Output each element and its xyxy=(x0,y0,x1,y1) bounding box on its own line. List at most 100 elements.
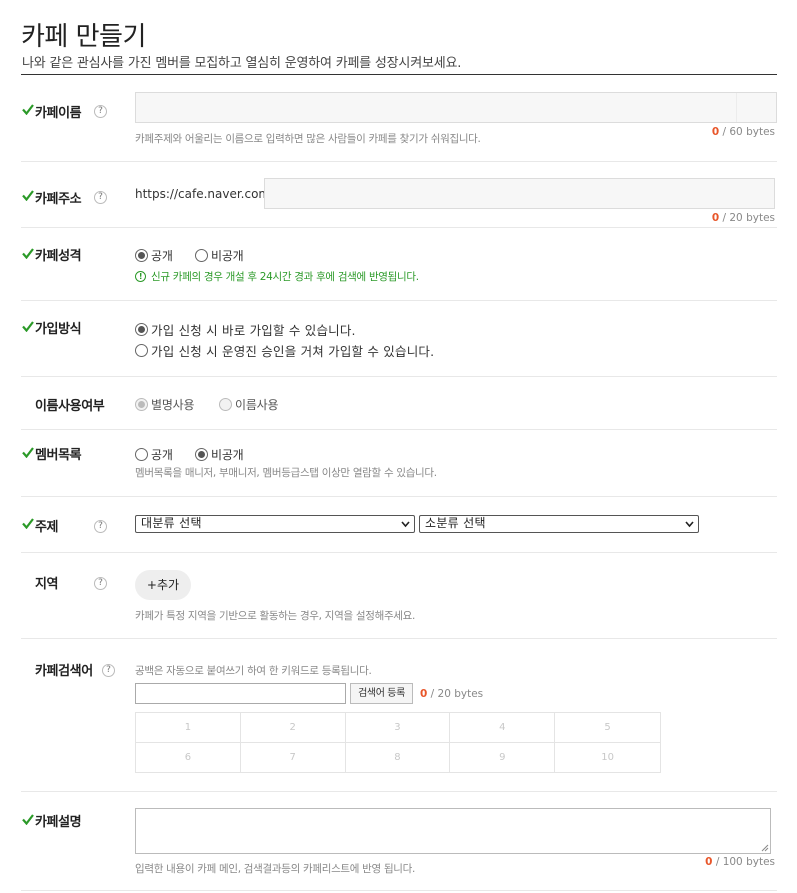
row-divider xyxy=(21,161,777,162)
row-divider xyxy=(21,890,777,891)
byte-limit: / 100 bytes xyxy=(715,856,775,868)
notice-text: 신규 카페의 경우 개설 후 24시간 경과 후에 검색에 반영됩니다. xyxy=(151,271,419,283)
keyword-input[interactable] xyxy=(135,683,346,704)
description-textarea[interactable] xyxy=(135,808,771,854)
row-divider xyxy=(21,429,777,430)
help-icon[interactable]: ? xyxy=(94,191,107,204)
keyword-slot: 10 xyxy=(601,751,614,763)
required-check-icon xyxy=(22,248,34,259)
name-usage-label: 이름사용여부 xyxy=(35,399,105,414)
cafe-name-hint: 카페주제와 어울리는 이름으로 입력하면 많은 사람들이 카페를 찾기가 쉬워집… xyxy=(135,133,481,145)
keyword-slot: 4 xyxy=(450,713,556,743)
description-byte-counter: 0 / 100 bytes xyxy=(705,856,775,868)
member-list-hint: 멤버목록을 매니저, 부매니저, 멤버등급스탭 이상만 열람할 수 있습니다. xyxy=(135,467,437,479)
search-delay-notice: ! 신규 카페의 경우 개설 후 24시간 경과 후에 검색에 반영됩니다. xyxy=(135,269,419,284)
required-check-icon xyxy=(22,518,34,529)
input-divider xyxy=(736,93,737,122)
page-subtitle: 나와 같은 관심사를 가진 멤버를 모집하고 열심히 운영하여 카페를 성장시켜… xyxy=(22,56,462,71)
keyword-slot: 5 xyxy=(555,713,660,743)
radio-label: 공개 xyxy=(151,448,173,462)
topic-label: 주제 xyxy=(35,520,59,535)
resize-handle-icon[interactable] xyxy=(761,844,769,852)
description-hint: 입력한 내용이 카페 메인, 검색결과등의 카페리스트에 반영 됩니다. xyxy=(135,863,416,875)
help-icon[interactable]: ? xyxy=(94,520,107,533)
keyword-slot: 8 xyxy=(346,742,451,772)
cafe-address-byte-counter: 0 / 20 bytes xyxy=(712,212,775,224)
radio-selected-icon xyxy=(195,448,208,461)
radio-label: 공개 xyxy=(151,249,173,263)
page-title: 카페 만들기 xyxy=(21,22,146,52)
row-divider xyxy=(21,791,777,792)
required-check-icon xyxy=(22,321,34,332)
member-list-public-radio[interactable]: 공개 xyxy=(135,446,173,463)
nickname-radio[interactable]: 별명사용 xyxy=(135,396,195,413)
exclamation-icon: ! xyxy=(135,271,146,282)
radio-label: 별명사용 xyxy=(151,398,195,412)
help-icon[interactable]: ? xyxy=(94,577,107,590)
topic-major-select[interactable]: 대분류 선택 xyxy=(135,515,415,533)
row-divider xyxy=(21,552,777,553)
row-divider xyxy=(21,496,777,497)
required-check-icon xyxy=(22,190,34,201)
radio-label: 비공개 xyxy=(211,448,244,462)
member-list-label: 멤버목록 xyxy=(35,448,82,463)
join-method-label: 가입방식 xyxy=(35,322,82,337)
cafe-name-input[interactable] xyxy=(135,92,777,123)
region-hint: 카페가 특정 지역을 기반으로 활동하는 경우, 지역을 설정해주세요. xyxy=(135,610,416,622)
cafe-url-prefix: https://cafe.naver.com/ xyxy=(135,187,275,201)
row-divider xyxy=(21,227,777,228)
keyword-byte-counter: 0 / 20 bytes xyxy=(420,688,483,700)
radio-empty-icon xyxy=(195,249,208,262)
row-divider xyxy=(21,300,777,301)
select-value: 대분류 선택 xyxy=(141,516,202,530)
cafe-name-label: 카페이름 xyxy=(35,106,82,121)
region-label: 지역 xyxy=(35,577,59,592)
keyword-slot: 6 xyxy=(136,742,241,772)
keyword-slot-grid: 1 2 3 4 5 6 7 8 9 10 xyxy=(135,712,661,773)
keywords-hint: 공백은 자동으로 붙여쓰기 하여 한 키워드로 등록됩니다. xyxy=(135,665,372,677)
join-approval-radio[interactable]: 가입 신청 시 운영진 승인을 거쳐 가입할 수 있습니다. xyxy=(135,341,434,360)
help-icon[interactable]: ? xyxy=(94,105,107,118)
keyword-slot: 2 xyxy=(240,713,346,743)
keywords-label: 카페검색어 xyxy=(35,664,93,679)
chevron-down-icon xyxy=(401,521,410,528)
radio-selected-icon xyxy=(135,323,148,336)
required-check-icon xyxy=(22,104,34,115)
radio-label: 가입 신청 시 바로 가입할 수 있습니다. xyxy=(151,323,356,338)
required-check-icon xyxy=(22,814,34,825)
radio-empty-icon xyxy=(135,344,148,357)
byte-limit: / 20 bytes xyxy=(430,688,484,700)
byte-limit: / 20 bytes xyxy=(722,212,776,224)
register-keyword-button[interactable]: 검색어 등록 xyxy=(350,683,413,704)
keyword-slot: 7 xyxy=(241,742,346,772)
join-instant-radio[interactable]: 가입 신청 시 바로 가입할 수 있습니다. xyxy=(135,320,356,339)
byte-count: 0 xyxy=(711,126,720,138)
radio-label: 이름사용 xyxy=(235,398,279,412)
cafe-address-input[interactable] xyxy=(264,178,775,209)
cafe-type-private-radio[interactable]: 비공개 xyxy=(195,247,244,264)
row-divider xyxy=(21,638,777,639)
byte-count: 0 xyxy=(711,212,720,224)
radio-label: 비공개 xyxy=(211,249,244,263)
keyword-slot: 1 xyxy=(136,713,241,743)
add-region-button[interactable]: +추가 xyxy=(135,570,191,600)
topic-minor-select[interactable]: 소분류 선택 xyxy=(419,515,699,533)
cafe-type-public-radio[interactable]: 공개 xyxy=(135,247,173,264)
description-label: 카페설명 xyxy=(35,815,82,830)
chevron-down-icon xyxy=(685,521,694,528)
member-list-private-radio[interactable]: 비공개 xyxy=(195,446,244,463)
realname-radio[interactable]: 이름사용 xyxy=(219,396,279,413)
row-divider xyxy=(21,376,777,377)
title-divider xyxy=(21,74,777,75)
keyword-slot: 9 xyxy=(450,742,556,772)
cafe-name-byte-counter: 0 / 60 bytes xyxy=(712,126,775,138)
required-check-icon xyxy=(22,447,34,458)
help-icon[interactable]: ? xyxy=(102,664,115,677)
cafe-type-label: 카페성격 xyxy=(35,249,82,264)
radio-selected-icon xyxy=(135,249,148,262)
cafe-address-label: 카페주소 xyxy=(35,192,82,207)
byte-count: 0 xyxy=(705,856,713,868)
byte-limit: / 60 bytes xyxy=(722,126,776,138)
radio-empty-icon xyxy=(219,398,232,411)
byte-count: 0 xyxy=(420,688,428,700)
